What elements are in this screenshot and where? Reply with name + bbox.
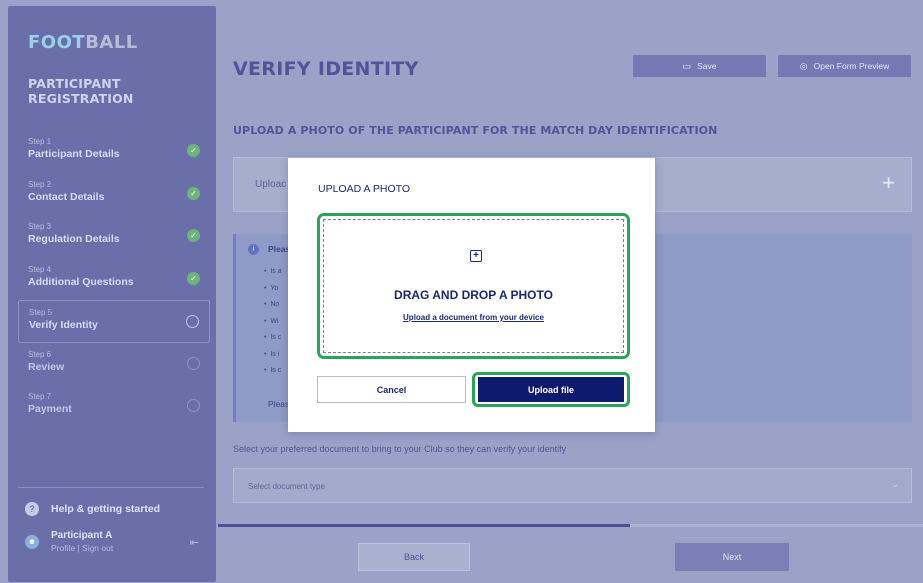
logo: FOOTBALL (28, 32, 138, 53)
list-item: • No (264, 301, 280, 308)
modal-title: UPLOAD A PHOTO (318, 183, 411, 195)
user-name: Participant A (51, 530, 113, 541)
upload-file-button[interactable]: Upload file (478, 377, 624, 402)
step-label: Review (28, 360, 65, 373)
step-number: Step 4 (28, 264, 52, 274)
sign-out-icon[interactable]: ⇤ (190, 536, 199, 549)
step-number: Step 2 (28, 179, 52, 189)
step-verify-identity[interactable]: Step 5 Verify Identity (18, 300, 210, 343)
step-label: Verify Identity (29, 319, 98, 331)
step-status-circle-icon (186, 315, 199, 328)
progress-fill (218, 524, 631, 527)
registration-title: PARTICIPANT REGISTRATION (28, 76, 134, 106)
user-panel: ☻ Participant A Profile | Sign out ⇤ (25, 530, 205, 553)
step-status-circle-icon (187, 399, 200, 412)
check-icon: ✓ (187, 229, 200, 242)
step-label: Additional Questions (28, 275, 134, 288)
progress-bar (218, 524, 923, 527)
add-file-icon: + (470, 250, 482, 262)
sidebar-divider (18, 487, 204, 488)
info-title: Pleas (268, 244, 291, 254)
step-contact-details[interactable]: Step 2 Contact Details ✓ (18, 173, 210, 216)
save-icon: ▭ (682, 60, 692, 71)
plus-icon[interactable]: + (882, 170, 895, 196)
page-title: VERIFY IDENTITY (233, 58, 419, 80)
list-item: • Yo (264, 284, 279, 292)
photo-dropzone[interactable]: + DRAG AND DROP A PHOTO Upload a documen… (323, 219, 624, 353)
document-type-select[interactable]: Select document type ⌄ (233, 468, 912, 503)
dropzone-title: DRAG AND DROP A PHOTO (394, 288, 553, 302)
step-participant-details[interactable]: Step 1 Participant Details ✓ (18, 130, 210, 173)
document-type-placeholder: Select document type (248, 482, 325, 491)
list-item: • Wi (264, 317, 279, 325)
help-link[interactable]: ? Help & getting started (25, 502, 160, 516)
open-form-preview-button[interactable]: ◎ Open Form Preview (778, 55, 911, 77)
step-regulation-details[interactable]: Step 3 Regulation Details ✓ (18, 215, 210, 258)
list-item: • Is c (264, 367, 282, 374)
avatar[interactable]: ☻ (25, 534, 39, 549)
step-number: Step 3 (28, 222, 52, 231)
list-item: • Is i (264, 350, 280, 358)
help-icon: ? (25, 502, 39, 516)
step-number: Step 7 (28, 392, 52, 401)
cancel-button[interactable]: Cancel (317, 376, 466, 403)
profile-signout-links[interactable]: Profile | Sign out (51, 543, 113, 553)
section-heading: UPLOAD A PHOTO OF THE PARTICIPANT FOR TH… (233, 124, 718, 137)
check-icon: ✓ (187, 271, 200, 285)
step-number: Step 1 (28, 137, 52, 146)
step-label: Payment (28, 403, 72, 415)
upload-file-highlight: Upload file (472, 372, 630, 407)
upload-photo-modal: UPLOAD A PHOTO + DRAG AND DROP A PHOTO U… (288, 158, 655, 432)
upload-panel-label: Uploac (255, 179, 287, 190)
preview-button-label: Open Form Preview (813, 61, 890, 71)
info-footer: Pleas (268, 399, 290, 409)
info-icon: i (248, 244, 259, 255)
next-button[interactable]: Next (675, 543, 789, 571)
save-button-label: Save (697, 61, 717, 71)
check-icon: ✓ (187, 144, 200, 157)
eye-icon: ◎ (799, 60, 808, 71)
back-button[interactable]: Back (358, 543, 470, 571)
document-type-label: Select your preferred document to bring … (233, 444, 567, 454)
list-item: • Is c (264, 334, 282, 341)
step-label: Regulation Details (28, 233, 120, 245)
step-payment[interactable]: Step 7 Payment (18, 385, 210, 428)
step-review[interactable]: Step 6 Review (18, 343, 210, 386)
chevron-down-icon: ⌄ (891, 479, 899, 489)
help-label: Help & getting started (51, 503, 161, 515)
step-number: Step 5 (29, 308, 53, 317)
step-list: Step 1 Participant Details ✓ Step 2 Cont… (18, 130, 210, 428)
dropzone-highlight: + DRAG AND DROP A PHOTO Upload a documen… (317, 213, 630, 359)
list-item: • Is a (264, 268, 282, 275)
check-icon: ✓ (187, 186, 200, 200)
guidelines-list: • Is a • Yo • No • Wi • Is c • Is i • Is… (264, 268, 282, 384)
step-label: Contact Details (28, 190, 105, 203)
upload-from-device-link[interactable]: Upload a document from your device (324, 313, 623, 322)
step-number: Step 6 (28, 349, 52, 359)
step-label: Participant Details (28, 148, 120, 160)
save-button[interactable]: ▭ Save (633, 55, 766, 77)
step-status-circle-icon (187, 356, 200, 370)
step-additional-questions[interactable]: Step 4 Additional Questions ✓ (18, 258, 210, 301)
sidebar: FOOTBALL PARTICIPANT REGISTRATION Step 1… (8, 6, 216, 582)
